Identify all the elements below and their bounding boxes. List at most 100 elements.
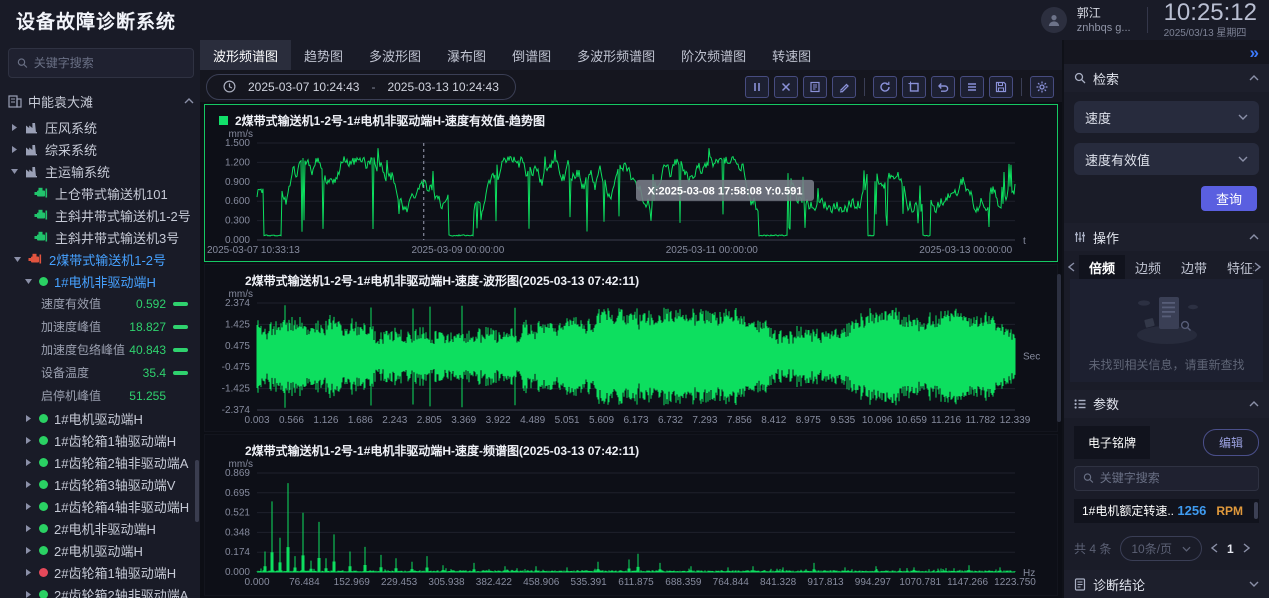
- diagnosis-section-header[interactable]: 诊断结论: [1064, 570, 1269, 598]
- main-tab-1[interactable]: 波形频谱图: [200, 40, 291, 70]
- tree-item[interactable]: 1#齿轮箱4轴非驱动端H: [8, 495, 194, 517]
- tree-item[interactable]: 1#齿轮箱2轴非驱动端A: [8, 451, 194, 473]
- chevron-down-icon[interactable]: [1249, 581, 1259, 587]
- ops-tab-2[interactable]: 边频: [1125, 255, 1171, 279]
- tree-arrow[interactable]: [24, 590, 33, 598]
- close-button[interactable]: [774, 76, 798, 98]
- tree-arrow[interactable]: [24, 458, 33, 467]
- tree-item[interactable]: 2煤带式输送机1-2号: [8, 248, 194, 270]
- tree-item[interactable]: 主斜井带式输送机1-2号: [8, 204, 194, 226]
- params-section-header[interactable]: 参数: [1064, 390, 1269, 418]
- tree-arrow[interactable]: [10, 123, 19, 132]
- tree-item[interactable]: 1#齿轮箱3轴驱动端V: [8, 473, 194, 495]
- tree-metric[interactable]: 加速度包络峰值40.843: [8, 338, 194, 361]
- tree-item[interactable]: 主斜井带式输送机3号: [8, 226, 194, 248]
- tree-metric[interactable]: 启停机峰值51.255: [8, 384, 194, 407]
- settings-button[interactable]: [1030, 76, 1054, 98]
- charts-scrollbar[interactable]: [1057, 274, 1061, 422]
- next-page-icon[interactable]: [1243, 542, 1250, 556]
- prev-page-icon[interactable]: [1211, 542, 1218, 556]
- tree-metric[interactable]: 速度有效值0.592: [8, 292, 194, 315]
- tree-arrow[interactable]: [24, 414, 33, 423]
- tree-item[interactable]: 1#齿轮箱1轴驱动端H: [8, 429, 194, 451]
- metric-value: 35.4: [143, 366, 166, 380]
- tabs-scroll-right-icon[interactable]: [1254, 262, 1265, 272]
- pause-button[interactable]: [745, 76, 769, 98]
- tabs-scroll-left-icon[interactable]: [1068, 262, 1079, 272]
- tree-root[interactable]: 中能袁大滩: [8, 90, 194, 112]
- avatar[interactable]: [1041, 7, 1067, 33]
- tree-item[interactable]: 2#电机驱动端H: [8, 539, 194, 561]
- tree-arrow[interactable]: [24, 436, 33, 445]
- measure-type-select[interactable]: 速度有效值: [1074, 143, 1259, 175]
- tree-arrow[interactable]: [24, 502, 33, 511]
- main-tab-5[interactable]: 倒谱图: [499, 40, 564, 70]
- tree-item[interactable]: 压风系统: [8, 116, 194, 138]
- tree-arrow[interactable]: [13, 255, 22, 264]
- ops-tab-1[interactable]: 倍频: [1079, 255, 1125, 279]
- tree-metric[interactable]: 加速度峰值18.827: [8, 315, 194, 338]
- params-search-input[interactable]: [1100, 471, 1250, 485]
- waveform-chart-card[interactable]: 2煤带式输送机1-2号-1#电机非驱动端H-速度-波形图(2025-03-13 …: [204, 264, 1058, 432]
- tree-arrow[interactable]: [24, 568, 33, 577]
- tree-arrow[interactable]: [24, 277, 33, 286]
- param-row[interactable]: 1#电机额定转速.. 1256 RPM: [1074, 499, 1259, 523]
- tree-item[interactable]: 1#电机非驱动端H: [8, 270, 194, 292]
- tree-arrow[interactable]: [10, 145, 19, 154]
- tab-nameplate[interactable]: 电子铭牌: [1074, 426, 1150, 459]
- date-range-picker[interactable]: 2025-03-07 10:24:43 - 2025-03-13 10:24:4…: [206, 74, 516, 100]
- tree-item[interactable]: 上仓带式输送机101: [8, 182, 194, 204]
- collapse-arrow-icon: [24, 590, 33, 598]
- crop-button[interactable]: [902, 76, 926, 98]
- chevron-up-icon[interactable]: [184, 98, 194, 104]
- main-tab-8[interactable]: 转速图: [759, 40, 824, 70]
- refresh-button[interactable]: [873, 76, 897, 98]
- main-tab-7[interactable]: 阶次频谱图: [668, 40, 759, 70]
- svg-text:1.425: 1.425: [225, 319, 250, 330]
- page-size-select[interactable]: 10条/页: [1120, 536, 1202, 561]
- annotate-button[interactable]: [832, 76, 856, 98]
- undo-button[interactable]: [931, 76, 955, 98]
- tree-item[interactable]: 1#电机驱动端H: [8, 407, 194, 429]
- query-button[interactable]: 查询: [1201, 186, 1257, 211]
- tree-arrow[interactable]: [10, 167, 19, 176]
- spectrum-chart-card[interactable]: 2煤带式输送机1-2号-1#电机非驱动端H-速度-频谱图(2025-03-13 …: [204, 434, 1058, 596]
- save-button[interactable]: [989, 76, 1013, 98]
- tree-item[interactable]: 2#齿轮箱1轴驱动端H: [8, 561, 194, 583]
- main-tab-6[interactable]: 多波形频谱图: [564, 40, 668, 70]
- chevron-up-icon[interactable]: [1249, 75, 1259, 81]
- current-page[interactable]: 1: [1227, 542, 1234, 556]
- trend-chart[interactable]: 1.5001.2000.9000.6000.3000.000mm/s2025-0…: [205, 129, 1051, 257]
- main-tab-3[interactable]: 多波形图: [356, 40, 434, 70]
- trend-chart-card[interactable]: 2煤带式输送机1-2号-1#电机非驱动端H-速度有效值-趋势图 1.5001.2…: [204, 104, 1058, 262]
- main-tab-2[interactable]: 趋势图: [291, 40, 356, 70]
- ops-tab-4[interactable]: 特征频: [1217, 255, 1254, 279]
- status-dot-green: [39, 436, 48, 445]
- ops-section-header[interactable]: 操作: [1064, 223, 1269, 251]
- tree-item[interactable]: 综采系统: [8, 138, 194, 160]
- main-tab-4[interactable]: 瀑布图: [434, 40, 499, 70]
- user-name[interactable]: 郭江: [1077, 6, 1131, 21]
- tree-arrow[interactable]: [24, 546, 33, 555]
- param-list-scrollbar[interactable]: [1254, 502, 1258, 519]
- tree-arrow[interactable]: [24, 524, 33, 533]
- chevron-up-icon[interactable]: [1249, 401, 1259, 407]
- tree-arrow[interactable]: [24, 480, 33, 489]
- tree-metric[interactable]: 设备温度35.4: [8, 361, 194, 384]
- tree-item[interactable]: 2#齿轮箱2轴非驱动端A: [8, 583, 194, 598]
- search-section-header[interactable]: 检索: [1064, 64, 1269, 92]
- list-button[interactable]: [960, 76, 984, 98]
- edit-button[interactable]: 编辑: [1203, 429, 1259, 456]
- spectrum-chart[interactable]: 0.8690.6950.5210.3480.1740.000mm/s0.0007…: [205, 459, 1051, 589]
- sidebar-search-input[interactable]: [34, 56, 185, 70]
- save-icon: [994, 80, 1008, 94]
- chevron-up-icon[interactable]: [1249, 234, 1259, 240]
- sidebar-scrollbar[interactable]: [195, 460, 199, 522]
- waveform-chart[interactable]: 2.3741.4250.475-0.475-1.425-2.374mm/s0.0…: [205, 289, 1051, 427]
- collapse-panel-icon[interactable]: »: [1250, 44, 1259, 61]
- tree-item[interactable]: 主运输系统: [8, 160, 194, 182]
- band-marker-button[interactable]: [803, 76, 827, 98]
- signal-type-select[interactable]: 速度: [1074, 101, 1259, 133]
- tree-item[interactable]: 2#电机非驱动端H: [8, 517, 194, 539]
- ops-tab-3[interactable]: 边带: [1171, 255, 1217, 279]
